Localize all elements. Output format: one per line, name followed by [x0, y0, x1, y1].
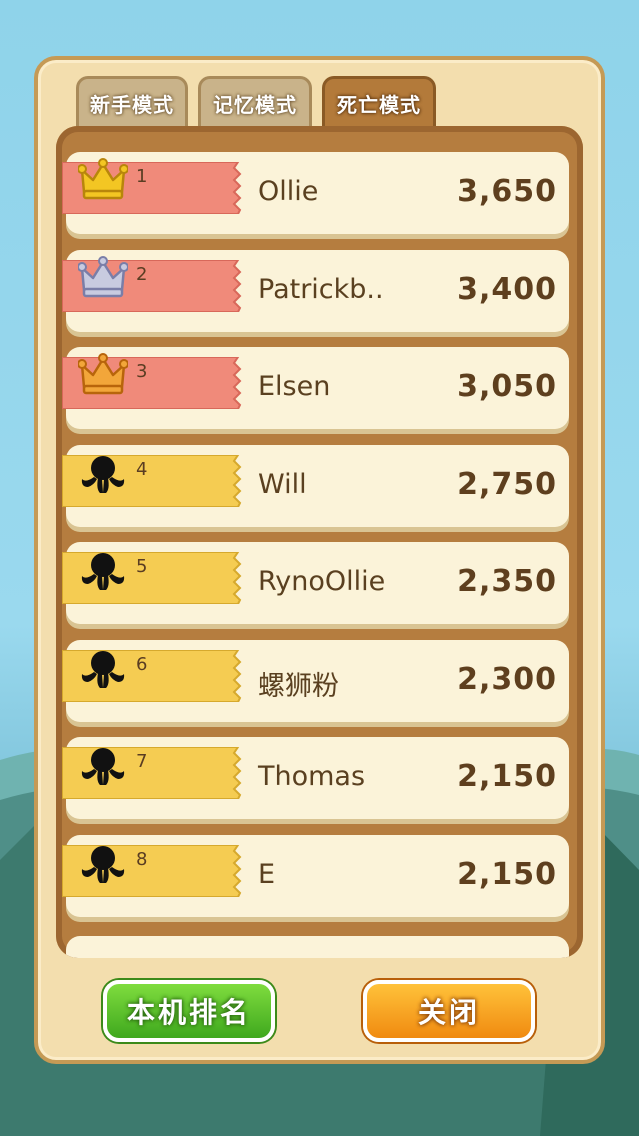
- rank-number: 8: [136, 848, 148, 870]
- local-rank-button[interactable]: 本机排名: [103, 980, 275, 1042]
- rank-number: 7: [136, 751, 148, 772]
- list-item[interactable]: 2 Patrickb.. 3,400: [62, 249, 569, 332]
- player-score: 2,750: [457, 466, 557, 502]
- player-name: Ollie: [258, 176, 319, 207]
- player-score: 2,150: [457, 759, 557, 794]
- player-name: Patrickb..: [258, 273, 384, 305]
- list-item[interactable]: 6 螺狮粉 2,300: [62, 639, 569, 722]
- close-button[interactable]: 关闭: [363, 980, 535, 1042]
- player-score: 2,350: [457, 564, 557, 599]
- tab-memory-mode[interactable]: 记忆模式: [198, 76, 312, 132]
- rank-number: 4: [136, 458, 148, 480]
- rank-number: 1: [136, 166, 148, 187]
- list-item[interactable]: 1 Ollie 3,650: [62, 152, 569, 234]
- leaderboard-list[interactable]: 1 Ollie 3,650 2 Patrickb.. 3,400 3 Elsen 3,050 4 W…: [56, 126, 583, 958]
- list-item[interactable]: 3 Elsen 3,050: [62, 347, 569, 429]
- player-score: 2,150: [457, 856, 557, 892]
- tab-death-mode[interactable]: 死亡模式: [322, 76, 436, 132]
- player-score: 3,050: [457, 369, 557, 404]
- player-name: Thomas: [258, 761, 366, 792]
- player-score: 3,400: [457, 271, 557, 307]
- tab-novice-mode[interactable]: 新手模式: [76, 76, 188, 132]
- rank-number: 6: [136, 653, 148, 675]
- player-score: 3,650: [457, 174, 557, 209]
- player-score: 2,300: [457, 661, 557, 697]
- list-item[interactable]: 7 Thomas 2,150: [62, 737, 569, 819]
- rank-number: 2: [136, 263, 148, 285]
- player-name: RynoOllie: [258, 566, 386, 597]
- player-name: 螺狮粉: [258, 670, 339, 702]
- list-item[interactable]: 8 E 2,150: [62, 834, 569, 917]
- list-item[interactable]: 4 Will 2,750: [62, 444, 569, 527]
- list-item[interactable]: 5 RynoOllie 2,350: [62, 542, 569, 624]
- rank-number: 3: [136, 361, 148, 382]
- list-item-partial: [66, 936, 569, 958]
- player-name: E: [258, 858, 276, 890]
- player-name: Elsen: [258, 371, 331, 402]
- rank-number: 5: [136, 556, 148, 577]
- player-name: Will: [258, 468, 307, 500]
